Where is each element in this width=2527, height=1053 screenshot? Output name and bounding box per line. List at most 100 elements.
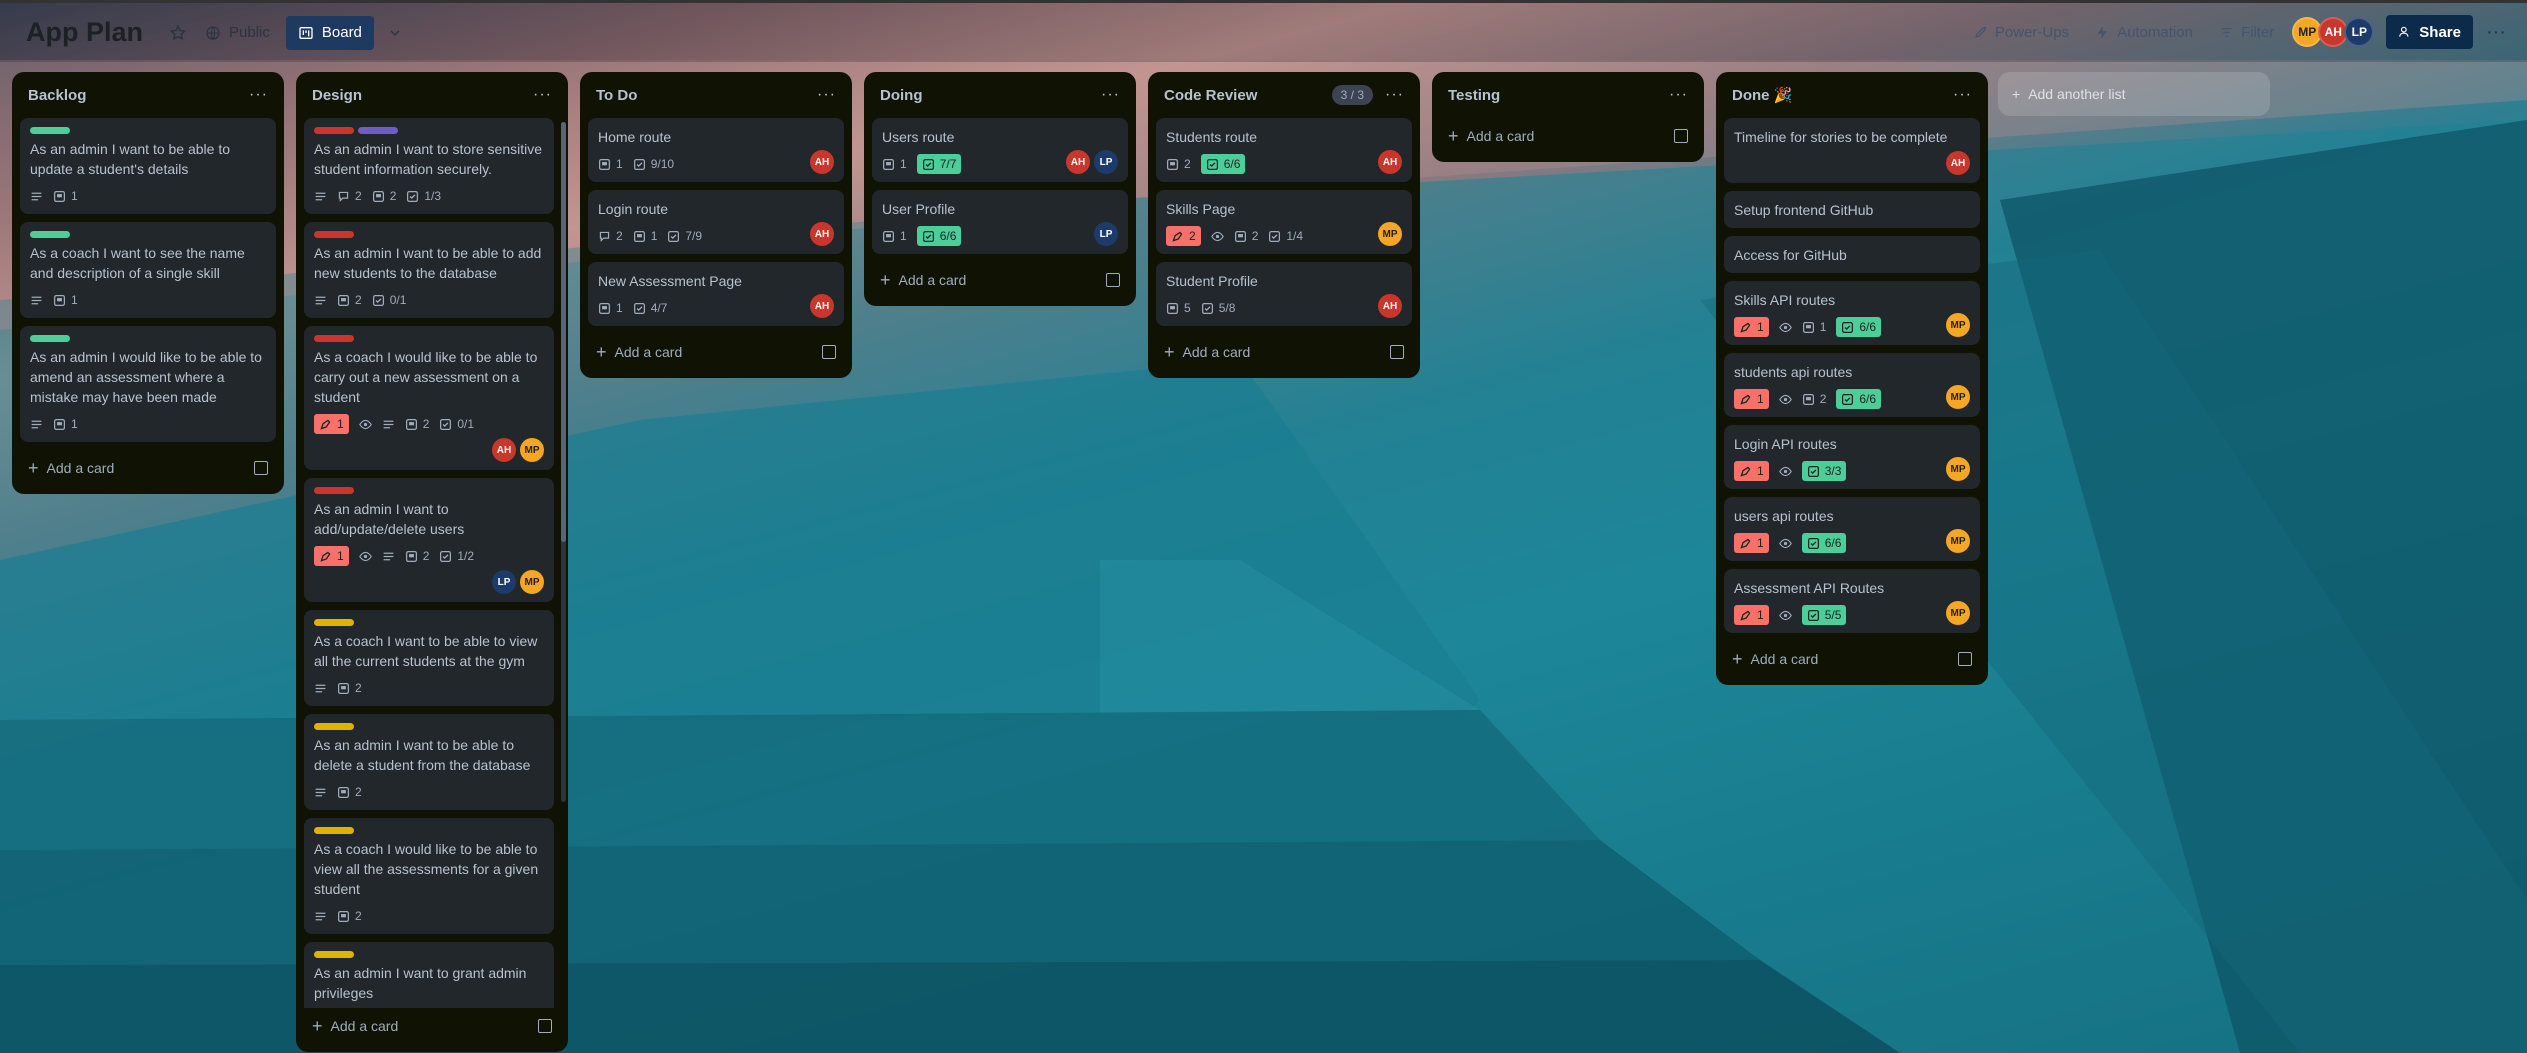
card-label[interactable] bbox=[314, 723, 354, 730]
avatar[interactable]: AH bbox=[810, 294, 834, 318]
more-icon[interactable]: ··· bbox=[1669, 86, 1688, 104]
more-icon[interactable]: ··· bbox=[249, 86, 268, 104]
list-title[interactable]: Design bbox=[312, 87, 362, 104]
list-title[interactable]: Done 🎉 bbox=[1732, 86, 1792, 104]
list-card[interactable]: As an admin I want to be able to update … bbox=[20, 118, 276, 214]
attachment-icon bbox=[337, 294, 350, 307]
avatar[interactable]: AH bbox=[1066, 150, 1090, 174]
board-view-button[interactable]: Board bbox=[285, 15, 374, 50]
avatar[interactable]: LP bbox=[1094, 150, 1118, 174]
avatar[interactable]: LP bbox=[2344, 17, 2375, 47]
avatar[interactable]: MP bbox=[1378, 222, 1402, 246]
more-icon[interactable]: ··· bbox=[533, 86, 552, 104]
card-label[interactable] bbox=[30, 335, 70, 342]
list-card[interactable]: students api routes 1 2 6/6 MP bbox=[1724, 353, 1980, 417]
list-card[interactable]: Home route 1 9/10 AH bbox=[588, 118, 844, 182]
list-card[interactable]: As an admin I want to be able to add new… bbox=[304, 222, 554, 318]
avatar[interactable]: AH bbox=[492, 438, 516, 462]
power-ups-button[interactable]: Power-Ups bbox=[1963, 15, 2079, 49]
chevron-down-icon[interactable] bbox=[378, 16, 412, 50]
avatar[interactable]: AH bbox=[810, 222, 834, 246]
list-card[interactable]: As a coach I would like to be able to ca… bbox=[304, 326, 554, 470]
board-title[interactable]: App Plan bbox=[26, 17, 143, 48]
list-card[interactable]: As an admin I want to add/update/delete … bbox=[304, 478, 554, 602]
share-button[interactable]: Share bbox=[2386, 15, 2473, 49]
more-icon[interactable]: ··· bbox=[1101, 86, 1120, 104]
list-card[interactable]: Timeline for stories to be complete AH bbox=[1724, 118, 1980, 183]
avatar[interactable]: MP bbox=[1946, 385, 1970, 409]
card-label[interactable] bbox=[314, 827, 354, 834]
add-card-button[interactable]: + Add a card bbox=[1156, 334, 1412, 370]
card-label[interactable] bbox=[314, 951, 354, 958]
scrollbar-thumb[interactable] bbox=[561, 122, 566, 542]
card-label[interactable] bbox=[30, 127, 70, 134]
template-icon[interactable] bbox=[254, 461, 268, 475]
avatar[interactable]: LP bbox=[492, 570, 516, 594]
card-label[interactable] bbox=[314, 127, 354, 134]
avatar[interactable]: AH bbox=[1378, 294, 1402, 318]
list-card[interactable]: As a coach I want to be able to view all… bbox=[304, 610, 554, 706]
list-card[interactable]: New Assessment Page 1 4/7 AH bbox=[588, 262, 844, 326]
card-label[interactable] bbox=[314, 619, 354, 626]
template-icon[interactable] bbox=[1674, 129, 1688, 143]
list-card[interactable]: users api routes 1 6/6 MP bbox=[1724, 497, 1980, 561]
list-card[interactable]: As an admin I want to store sensitive st… bbox=[304, 118, 554, 214]
add-card-button[interactable]: + Add a card bbox=[304, 1008, 560, 1044]
visibility-button[interactable]: Public bbox=[195, 16, 280, 50]
avatar[interactable]: MP bbox=[1946, 601, 1970, 625]
list-card[interactable]: Skills Page 2 2 1/4 MP bbox=[1156, 190, 1412, 254]
list-card[interactable]: Skills API routes 1 1 6/6 MP bbox=[1724, 281, 1980, 345]
list-title[interactable]: To Do bbox=[596, 87, 637, 104]
add-list-button[interactable]: + Add another list bbox=[1998, 72, 2270, 116]
add-card-button[interactable]: + Add a card bbox=[1440, 118, 1696, 154]
avatar[interactable]: MP bbox=[520, 438, 544, 462]
list-card[interactable]: As a coach I want to see the name and de… bbox=[20, 222, 276, 318]
avatar[interactable]: MP bbox=[1946, 529, 1970, 553]
card-label[interactable] bbox=[314, 335, 354, 342]
list-card[interactable]: As a coach I would like to be able to vi… bbox=[304, 818, 554, 934]
add-card-button[interactable]: + Add a card bbox=[20, 450, 276, 486]
list-card[interactable]: Students route 2 6/6 AH bbox=[1156, 118, 1412, 182]
list-card[interactable]: As an admin I want to be able to delete … bbox=[304, 714, 554, 810]
template-icon[interactable] bbox=[1390, 345, 1404, 359]
list-card[interactable]: Student Profile 5 5/8 AH bbox=[1156, 262, 1412, 326]
avatar[interactable]: AH bbox=[1378, 150, 1402, 174]
card-label[interactable] bbox=[358, 127, 398, 134]
more-icon[interactable]: ··· bbox=[1953, 86, 1972, 104]
avatar[interactable]: AH bbox=[1946, 151, 1970, 175]
avatar[interactable]: MP bbox=[1946, 457, 1970, 481]
list-title[interactable]: Doing bbox=[880, 87, 923, 104]
list-card[interactable]: Assessment API Routes 1 5/5 MP bbox=[1724, 569, 1980, 633]
list-card[interactable]: Login API routes 1 3/3 MP bbox=[1724, 425, 1980, 489]
list-title[interactable]: Code Review bbox=[1164, 87, 1257, 104]
more-icon[interactable]: ··· bbox=[1385, 86, 1404, 104]
list-card[interactable]: User Profile 1 6/6 LP bbox=[872, 190, 1128, 254]
card-label[interactable] bbox=[314, 487, 354, 494]
automation-button[interactable]: Automation bbox=[2085, 15, 2203, 49]
list-card[interactable]: Login route 2 1 7/9 AH bbox=[588, 190, 844, 254]
template-icon[interactable] bbox=[1958, 652, 1972, 666]
avatar[interactable]: MP bbox=[520, 570, 544, 594]
list-card[interactable]: As an admin I would like to be able to a… bbox=[20, 326, 276, 442]
star-icon[interactable] bbox=[161, 16, 195, 50]
list-title[interactable]: Testing bbox=[1448, 87, 1500, 104]
list-card[interactable]: As an admin I want to grant admin privil… bbox=[304, 942, 554, 1008]
list-card[interactable]: Setup frontend GitHub bbox=[1724, 191, 1980, 228]
add-card-button[interactable]: + Add a card bbox=[588, 334, 844, 370]
card-label[interactable] bbox=[30, 231, 70, 238]
filter-button[interactable]: Filter bbox=[2209, 15, 2284, 49]
template-icon[interactable] bbox=[822, 345, 836, 359]
template-icon[interactable] bbox=[1106, 273, 1120, 287]
list-card[interactable]: Users route 1 7/7 AH LP bbox=[872, 118, 1128, 182]
more-icon[interactable]: ··· bbox=[817, 86, 836, 104]
avatar[interactable]: LP bbox=[1094, 222, 1118, 246]
add-card-button[interactable]: + Add a card bbox=[872, 262, 1128, 298]
card-label[interactable] bbox=[314, 231, 354, 238]
list-card[interactable]: Access for GitHub bbox=[1724, 236, 1980, 273]
add-card-button[interactable]: + Add a card bbox=[1724, 641, 1980, 677]
more-icon[interactable]: ··· bbox=[2479, 15, 2513, 49]
avatar[interactable]: AH bbox=[810, 150, 834, 174]
template-icon[interactable] bbox=[538, 1019, 552, 1033]
list-title[interactable]: Backlog bbox=[28, 87, 86, 104]
avatar[interactable]: MP bbox=[1946, 313, 1970, 337]
